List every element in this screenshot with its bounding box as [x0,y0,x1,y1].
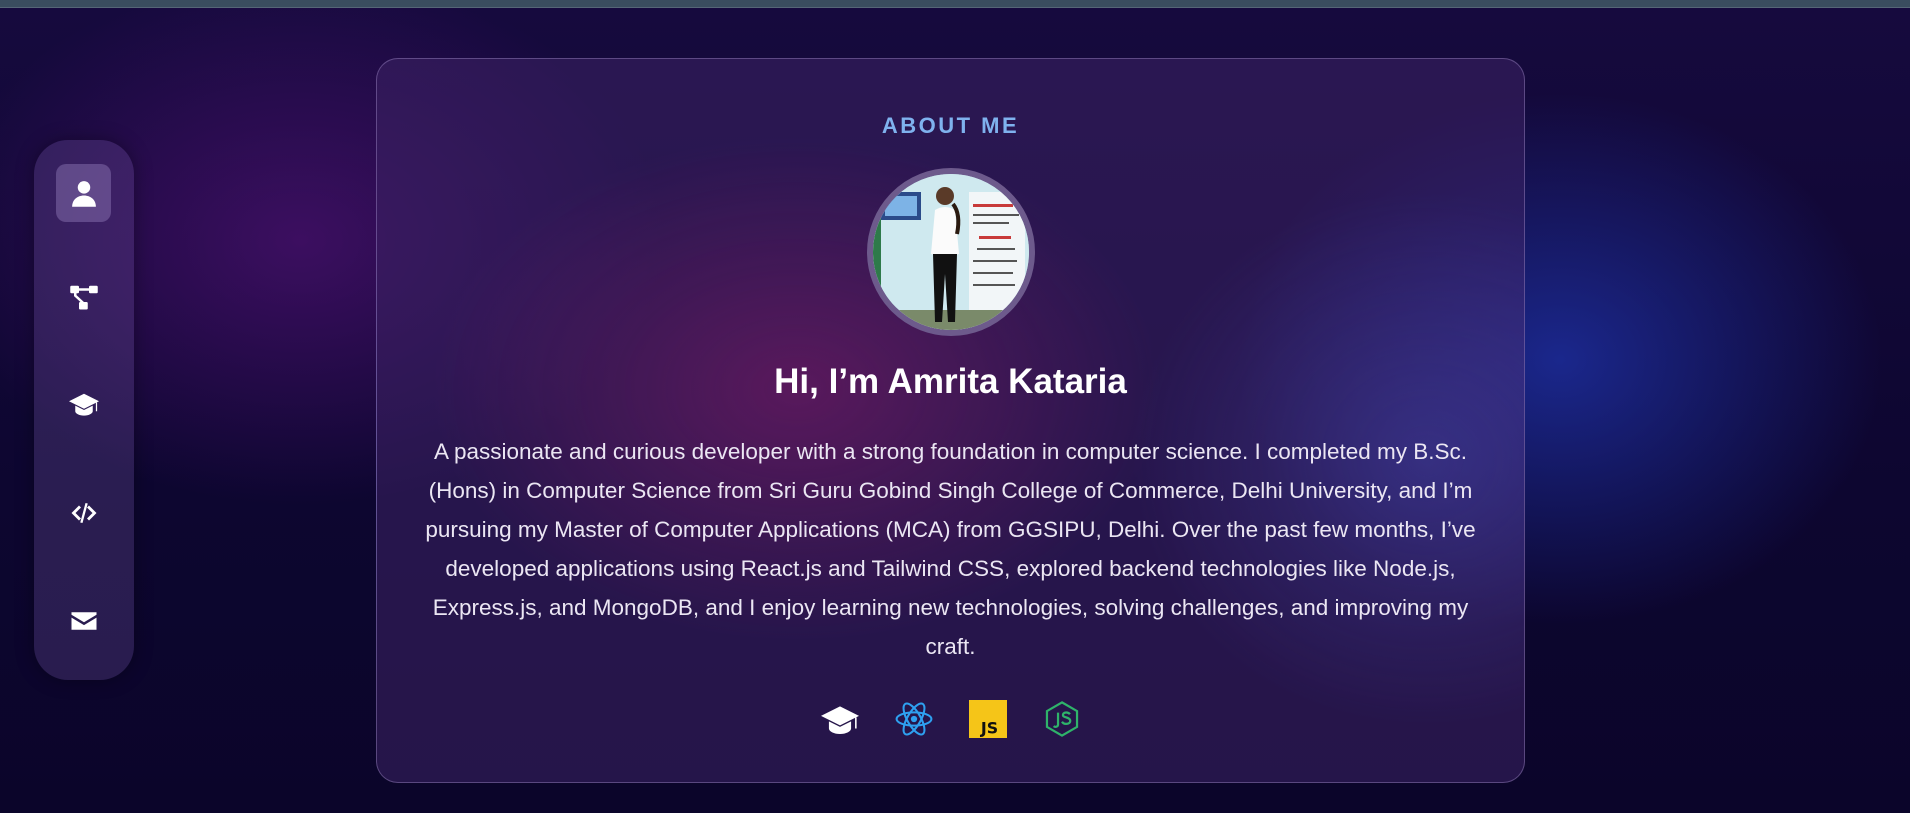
nav-education[interactable] [56,376,111,434]
envelope-icon [71,612,96,630]
nav-about[interactable] [56,164,111,222]
bio-text: A passionate and curious developer with … [425,439,1476,659]
section-title: ABOUT ME [881,113,1020,138]
sitemap-icon [69,285,98,310]
tech-javascript: JS [968,700,1007,738]
javascript-icon: JS [968,700,1007,738]
nav-contact[interactable] [56,592,111,650]
code-icon [71,503,96,523]
tech-stack-row: JS [377,699,1524,739]
top-bar [0,0,1910,8]
tech-react [895,700,933,738]
graduation-cap-icon [820,706,859,735]
react-icon [895,702,932,736]
nav-skills[interactable] [56,268,111,326]
intro-heading: Hi, I’m Amrita Kataria [774,362,1127,401]
nodejs-icon [1045,701,1078,737]
tech-nodejs [1043,700,1081,738]
graduation-cap-icon [68,393,99,416]
user-icon [71,181,96,207]
js-badge-label: JS [979,718,997,737]
tech-education [820,700,859,738]
about-card: ABOUT ME Hi, I’m Amrita Kataria A passio… [376,58,1525,783]
sidebar-nav [34,140,134,680]
profile-photo [867,168,1035,336]
nav-projects[interactable] [56,484,111,542]
